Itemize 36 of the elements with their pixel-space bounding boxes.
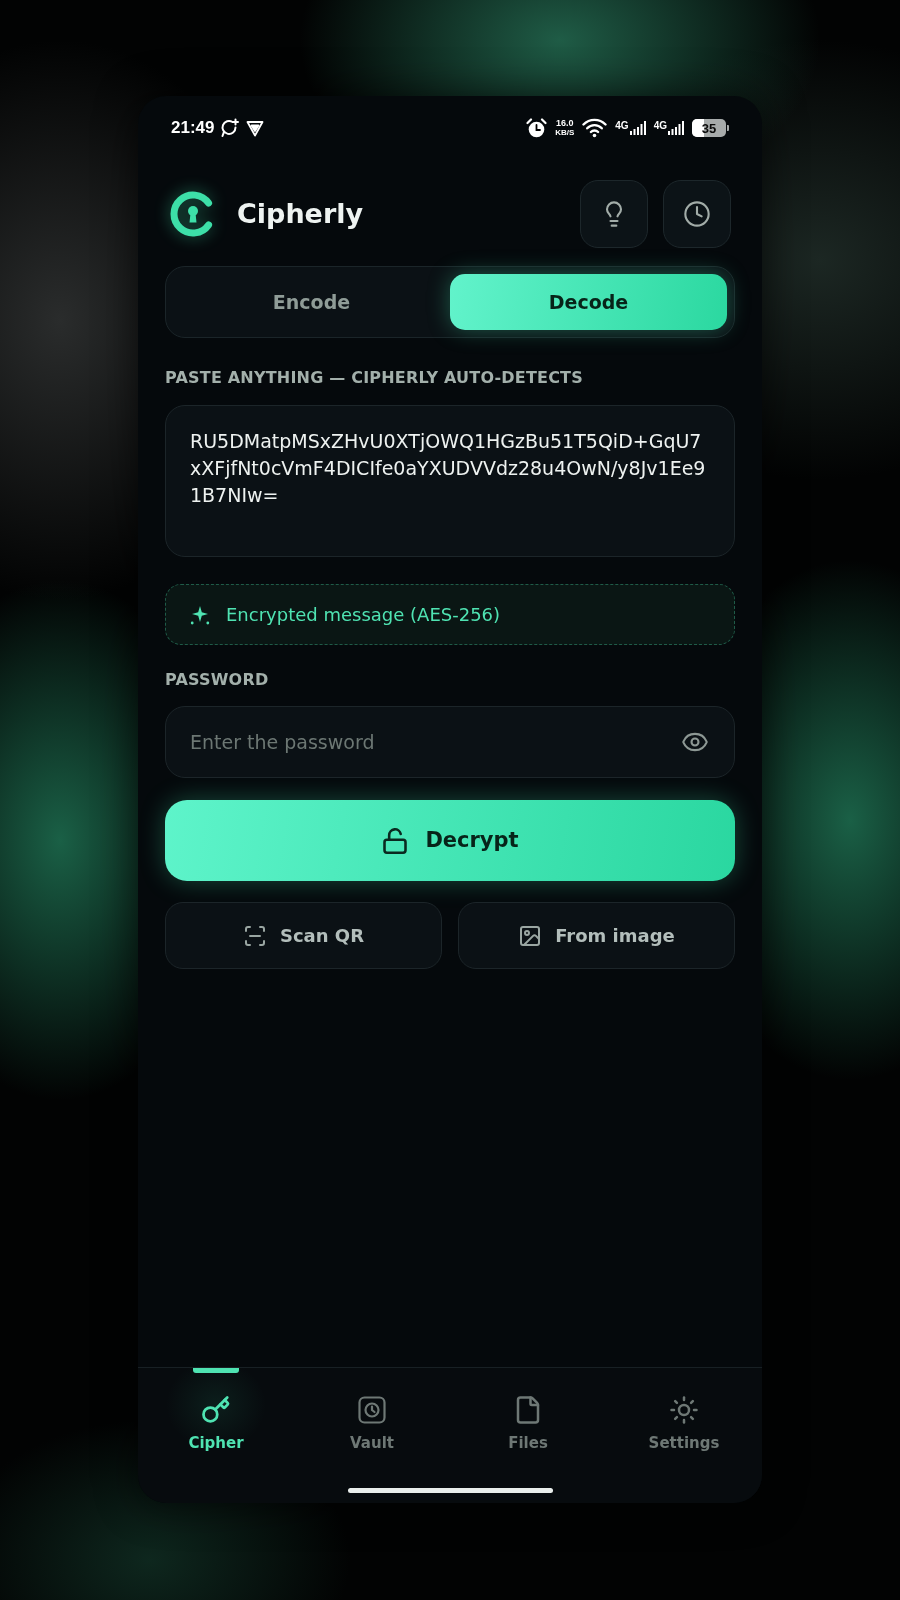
signal-icon (629, 121, 646, 135)
battery-percent: 35 (701, 121, 717, 135)
nav-item[interactable]: Settings (634, 1368, 734, 1460)
selection-indicator (193, 1368, 239, 1373)
action-button[interactable]: Scan QR (165, 902, 442, 969)
network-speed-value: 16.0 (556, 118, 574, 128)
detection-text: Encrypted message (AES-256) (226, 603, 501, 627)
triangle-icon (246, 119, 265, 137)
alarm-clock-icon (526, 117, 548, 139)
input-label: PASTE ANYTHING — CIPHERLY AUTO-DETECTS (165, 369, 584, 387)
unlock-icon (381, 826, 410, 855)
signal-icon (668, 121, 684, 135)
scan-icon (243, 923, 267, 948)
network-type: 4G (653, 121, 667, 131)
nav-item[interactable]: Files (478, 1368, 578, 1460)
wifi-icon (582, 118, 608, 138)
lightbulb-button[interactable] (580, 180, 648, 248)
action-button[interactable]: From image (458, 902, 735, 969)
network-type: 4G (615, 121, 629, 131)
mode-tab[interactable]: Encode (173, 274, 450, 330)
decrypt-button[interactable]: Decrypt (165, 800, 735, 881)
password-field[interactable]: Enter the password (165, 706, 735, 778)
network-speed-unit: KB/S (555, 128, 575, 138)
key-icon (201, 1395, 231, 1425)
chat-bubble-icon (220, 118, 241, 138)
status-time: 21:49 (171, 117, 215, 140)
sun-icon (669, 1395, 699, 1425)
message-input[interactable]: RU5DMatpMSxZHvU0XTjOWQ1HGzBu51T5QiD+GqU7xXFjfNt0cVmF4DICIfe0aYXUDVVdz28u4OwN/y8Jv1Ee91B7NIw= (165, 405, 735, 557)
mode-tab[interactable]: Decode (450, 274, 727, 330)
nav-item[interactable]: Vault (322, 1368, 422, 1460)
password-label: PASSWORD (165, 671, 270, 689)
clock-button[interactable] (663, 180, 731, 248)
clock-icon (683, 200, 711, 228)
image-icon (518, 923, 543, 948)
app-title: Cipherly (237, 196, 364, 231)
vault-icon (357, 1395, 387, 1425)
